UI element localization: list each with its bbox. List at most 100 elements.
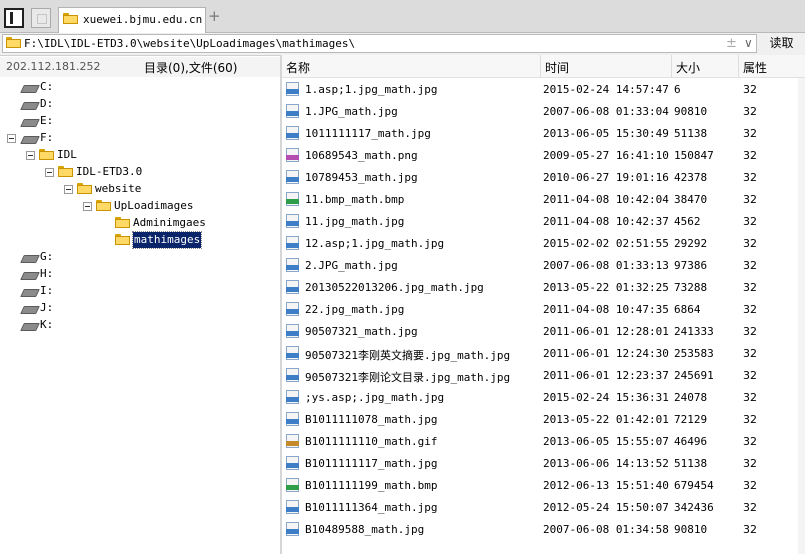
tree-node-label: I: xyxy=(40,284,54,297)
file-time: 2011-04-08 10:47:35 xyxy=(543,303,669,316)
file-name: 90507321_math.jpg xyxy=(305,325,418,338)
file-row[interactable]: B1011111117_math.jpg 2013-06-06 14:13:52 5… xyxy=(282,452,805,474)
tab-site[interactable]: xuewei.bjmu.edu.cn xyxy=(58,7,206,33)
tree-node-label: J: xyxy=(40,301,54,314)
file-row[interactable]: 12.asp;1.jpg_math.jpg 2015-02-02 02:51:55… xyxy=(282,232,805,254)
bmp-file-icon xyxy=(286,192,299,206)
file-row[interactable]: 90507321李刚论文目录.jpg_math.jpg 2011-06-01 12… xyxy=(282,364,805,386)
jpg-file-icon xyxy=(286,82,299,96)
tree-node-label: G: xyxy=(40,250,54,263)
file-size: 51138 xyxy=(674,127,708,140)
gif-file-icon xyxy=(286,434,299,448)
file-size: 150847 xyxy=(674,149,714,162)
column-divider[interactable] xyxy=(738,55,739,77)
tree-node[interactable]: IDL-ETD3.0 xyxy=(0,164,280,180)
collapse-toggle-icon[interactable] xyxy=(7,134,16,143)
file-name: 2.JPG_math.jpg xyxy=(305,259,398,272)
file-attr: 32 xyxy=(743,347,757,360)
file-row[interactable]: 90507321李刚英文摘要.jpg_math.jpg 2011-06-01 12… xyxy=(282,342,805,364)
file-row[interactable]: 11.bmp_math.bmp 2011-04-08 10:42:04 38470 3… xyxy=(282,188,805,210)
file-attr: 32 xyxy=(743,83,757,96)
scrollbar[interactable] xyxy=(798,78,805,554)
file-row[interactable]: 90507321_math.jpg 2011-06-01 12:28:01 2413… xyxy=(282,320,805,342)
column-attr[interactable]: 属性 xyxy=(743,59,767,76)
folder-icon xyxy=(6,37,21,48)
file-row[interactable]: 10689543_math.png 2009-05-27 16:41:10 1508… xyxy=(282,144,805,166)
file-row[interactable]: B10489588_math.jpg 2007-06-08 01:34:58 908… xyxy=(282,518,805,540)
tree-node[interactable]: F: xyxy=(0,130,280,146)
folder-icon xyxy=(77,183,92,194)
tree-node[interactable]: K: xyxy=(0,317,280,333)
read-button[interactable]: 读取 xyxy=(760,34,803,53)
file-row[interactable]: 11.jpg_math.jpg 2011-04-08 10:42:37 4562 32 xyxy=(282,210,805,232)
file-row[interactable]: 1.asp;1.jpg_math.jpg 2015-02-24 14:57:47 6… xyxy=(282,78,805,100)
file-name: 22.jpg_math.jpg xyxy=(305,303,405,316)
file-time: 2012-05-24 15:50:07 xyxy=(543,501,669,514)
dir-file-counts: 目录(0),文件(60) xyxy=(144,61,238,75)
add-tab-button[interactable]: + xyxy=(208,7,221,25)
tree-node[interactable]: I: xyxy=(0,283,280,299)
file-row[interactable]: 1011111117_math.jpg 2013-06-05 15:30:49 51… xyxy=(282,122,805,144)
file-attr: 32 xyxy=(743,193,757,206)
file-row[interactable]: 1.JPG_math.jpg 2007-06-08 01:33:04 90810 32 xyxy=(282,100,805,122)
drive-icon xyxy=(22,270,38,278)
drive-icon xyxy=(22,100,38,108)
jpg-file-icon xyxy=(286,126,299,140)
tree-node[interactable]: C: xyxy=(0,79,280,95)
tree-node[interactable]: UpLoadimages xyxy=(0,198,280,214)
tree-node[interactable]: D: xyxy=(0,96,280,112)
file-size: 245691 xyxy=(674,369,714,382)
tree-node-label: IDL-ETD3.0 xyxy=(76,165,143,178)
panel-toggle-icon[interactable] xyxy=(4,8,24,28)
file-row[interactable]: 10789453_math.jpg 2010-06-27 19:01:16 4237… xyxy=(282,166,805,188)
tree-node[interactable]: G: xyxy=(0,249,280,265)
column-divider[interactable] xyxy=(671,55,672,77)
file-row[interactable]: B1011111364_math.jpg 2012-05-24 15:50:07 3… xyxy=(282,496,805,518)
drive-icon xyxy=(22,83,38,91)
blank-tab-button[interactable] xyxy=(31,8,51,28)
collapse-toggle-icon[interactable] xyxy=(45,168,54,177)
collapse-toggle-icon[interactable] xyxy=(64,185,73,194)
column-size[interactable]: 大小 xyxy=(676,59,700,76)
column-divider[interactable] xyxy=(540,55,541,77)
tree-node-label: H: xyxy=(40,267,54,280)
collapse-toggle-icon[interactable] xyxy=(26,151,35,160)
file-time: 2013-06-05 15:30:49 xyxy=(543,127,669,140)
file-attr: 32 xyxy=(743,215,757,228)
tree-node[interactable]: Adminimgaes xyxy=(0,215,280,231)
png-file-icon xyxy=(286,148,299,162)
file-row[interactable]: 2.JPG_math.jpg 2007-06-08 01:33:13 97386 32 xyxy=(282,254,805,276)
file-name: 20130522013206.jpg_math.jpg xyxy=(305,281,484,294)
file-size: 29292 xyxy=(674,237,708,250)
tree-node[interactable]: IDL xyxy=(0,147,280,163)
file-size: 90810 xyxy=(674,523,708,536)
tree-node[interactable]: website xyxy=(0,181,280,197)
file-row[interactable]: B1011111199_math.bmp 2012-06-13 15:51:40 6… xyxy=(282,474,805,496)
file-row[interactable]: B1011111078_math.jpg 2013-05-22 01:42:01 7… xyxy=(282,408,805,430)
bookmark-toggle-icon[interactable]: ± xyxy=(726,36,737,51)
column-time[interactable]: 时间 xyxy=(545,59,569,76)
file-row[interactable]: B1011111110_math.gif 2013-06-05 15:55:07 4… xyxy=(282,430,805,452)
file-size: 73288 xyxy=(674,281,708,294)
file-name: 90507321李刚论文目录.jpg_math.jpg xyxy=(305,371,511,384)
column-name[interactable]: 名称 xyxy=(286,59,310,76)
file-row[interactable]: ;ys.asp;.jpg_math.jpg 2015-02-24 15:36:31… xyxy=(282,386,805,408)
file-size: 42378 xyxy=(674,171,708,184)
tree-node[interactable]: H: xyxy=(0,266,280,282)
file-size: 241333 xyxy=(674,325,714,338)
file-size: 97386 xyxy=(674,259,708,272)
address-field[interactable]: F:\IDL\IDL-ETD3.0\website\UpLoadimages\m… xyxy=(2,34,757,53)
tree-node[interactable]: J: xyxy=(0,300,280,316)
file-attr: 32 xyxy=(743,171,757,184)
address-path[interactable]: F:\IDL\IDL-ETD3.0\website\UpLoadimages\m… xyxy=(24,37,355,50)
file-row[interactable]: 22.jpg_math.jpg 2011-04-08 10:47:35 6864 32 xyxy=(282,298,805,320)
file-row[interactable]: 20130522013206.jpg_math.jpg 2013-05-22 01… xyxy=(282,276,805,298)
tree-node[interactable]: mathimages xyxy=(0,231,280,249)
tree-node[interactable]: E: xyxy=(0,113,280,129)
jpg-file-icon xyxy=(286,390,299,404)
chevron-down-icon[interactable]: ∨ xyxy=(744,36,753,50)
file-name: B1011111199_math.bmp xyxy=(305,479,438,492)
file-name: 1.JPG_math.jpg xyxy=(305,105,398,118)
file-attr: 32 xyxy=(743,369,757,382)
collapse-toggle-icon[interactable] xyxy=(83,202,92,211)
